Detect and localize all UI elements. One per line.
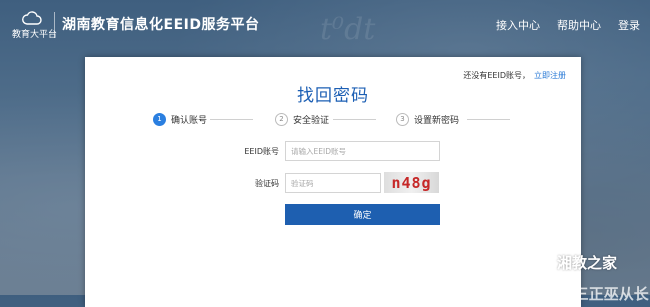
captcha-image[interactable]: n48g	[384, 172, 439, 193]
step-number: 3	[396, 112, 409, 126]
step-number: 1	[153, 112, 166, 126]
step-label: 设置新密码	[414, 115, 460, 126]
header: 教育大平台 湖南教育信息化EEID服务平台 接入中心 帮助中心 登录	[0, 0, 650, 50]
step-connector	[210, 119, 253, 120]
nav-login[interactable]: 登录	[618, 17, 640, 33]
confirm-button[interactable]: 确定	[285, 204, 440, 225]
site-title: 湖南教育信息化EEID服务平台	[62, 17, 260, 33]
register-prompt: 还没有EEID账号，	[463, 71, 530, 80]
recover-password-card: 还没有EEID账号， 立即注册 找回密码 1 确认账号 2 安全验证 3 设置新密…	[85, 57, 581, 307]
step-connector	[467, 119, 510, 120]
step-number: 2	[275, 112, 288, 126]
nav-access-center[interactable]: 接入中心	[496, 17, 540, 33]
step-confirm-account: 1 确认账号	[153, 112, 207, 126]
captcha-text: n48g	[391, 173, 432, 192]
nav-help-center[interactable]: 帮助中心	[557, 17, 601, 33]
watermark-partial-text: / 〈〈 ‹‹〈 ⌐ 事三正巫从长 |	[470, 285, 650, 303]
watermark: 湘教之家	[531, 252, 617, 273]
step-connector	[333, 119, 376, 120]
chat-bubble-icon	[531, 254, 553, 270]
page-title: 找回密码	[297, 86, 369, 106]
eeid-label: EEID账号	[244, 147, 279, 156]
register-link[interactable]: 立即注册	[534, 71, 566, 80]
register-row: 还没有EEID账号， 立即注册	[463, 70, 566, 81]
step-security-verify: 2 安全验证	[275, 112, 329, 126]
logo[interactable]: 教育大平台	[12, 10, 58, 40]
eeid-input[interactable]	[285, 141, 440, 161]
step-label: 安全验证	[293, 115, 330, 126]
captcha-input[interactable]	[285, 173, 381, 193]
header-divider	[54, 12, 55, 38]
cloud-icon	[22, 11, 42, 25]
watermark-text: 湘教之家	[557, 254, 618, 272]
step-set-new-password: 3 设置新密码	[396, 112, 459, 126]
step-label: 确认账号	[171, 115, 208, 126]
captcha-label: 验证码	[255, 179, 279, 188]
logo-text: 教育大平台	[12, 30, 58, 40]
